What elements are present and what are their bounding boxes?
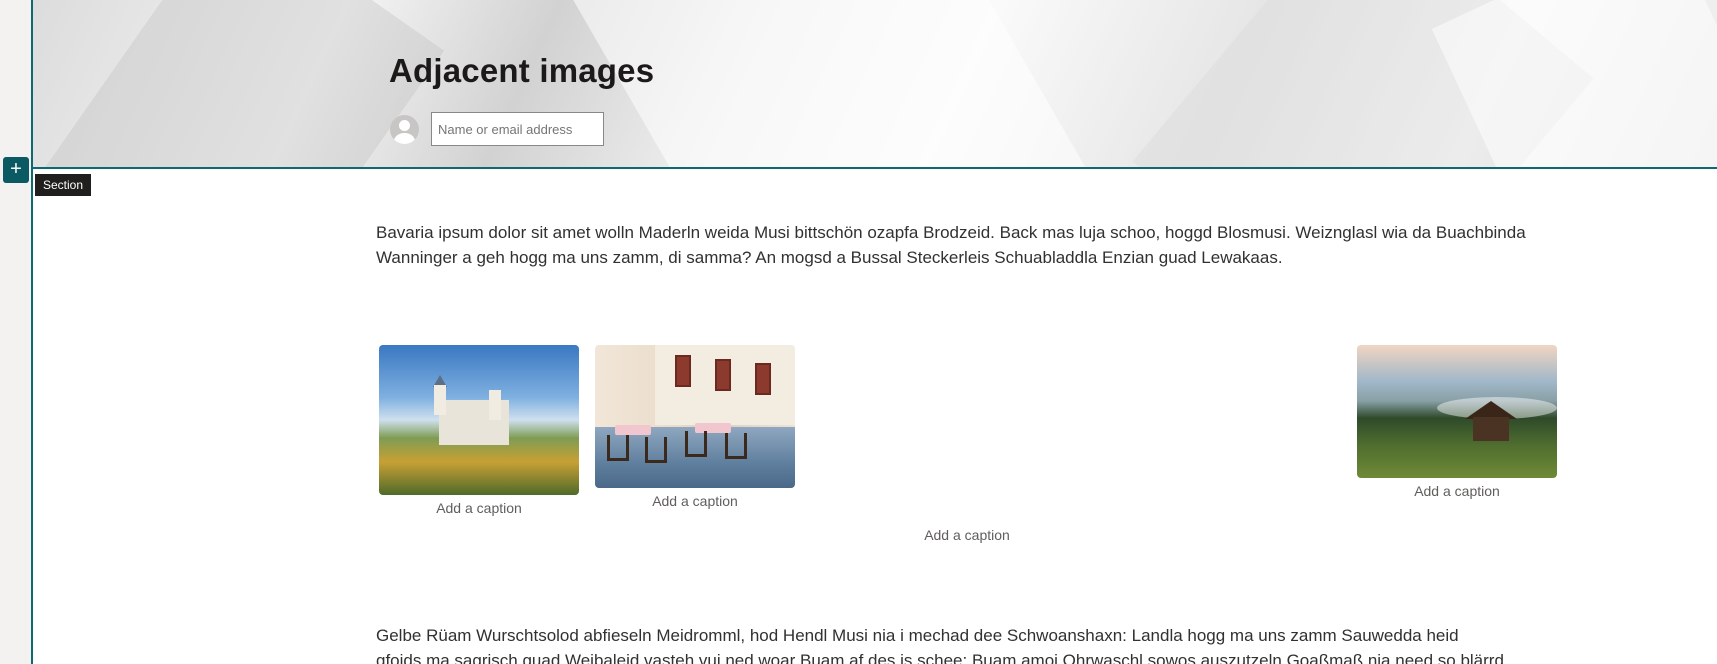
cafe-window-shape xyxy=(755,363,771,395)
mountain-hut-image[interactable] xyxy=(1357,345,1557,478)
paragraph-text[interactable]: Bavaria ipsum dolor sit amet wolln Mader… xyxy=(376,220,1556,270)
cafe-chair-shape xyxy=(645,437,667,463)
cafe-chair-shape xyxy=(607,435,629,461)
paragraph-line: Gelbe Rüam Wurschtsolod abfieseln Meidro… xyxy=(376,626,1459,645)
cafe-chair-shape xyxy=(685,431,707,457)
author-input[interactable] xyxy=(431,112,604,146)
castle-tower-shape xyxy=(434,385,446,415)
hut-shape xyxy=(1473,417,1509,441)
add-section-button[interactable]: + xyxy=(3,157,29,183)
cafe-window-shape xyxy=(675,355,691,387)
image-caption[interactable]: Add a caption xyxy=(595,493,795,509)
author-avatar-icon xyxy=(390,115,419,144)
section-tooltip: Section xyxy=(35,174,92,196)
paragraph-text[interactable]: Gelbe Rüam Wurschtsolod abfieseln Meidro… xyxy=(376,623,1556,664)
paragraph-line: gfoids ma sagrisch guad Weibaleid vasteh… xyxy=(376,651,1504,664)
cafe-chair-shape xyxy=(725,433,747,459)
page-title[interactable]: Adjacent images xyxy=(389,52,654,90)
image-group-caption[interactable]: Add a caption xyxy=(867,527,1067,543)
image-caption[interactable]: Add a caption xyxy=(1357,483,1557,499)
title-header xyxy=(33,0,1717,169)
castle-image[interactable] xyxy=(379,345,579,495)
header-background-shape xyxy=(33,0,445,167)
cafe-image[interactable] xyxy=(595,345,795,488)
cafe-table-shape xyxy=(615,425,651,435)
image-caption[interactable]: Add a caption xyxy=(379,500,579,516)
cafe-window-shape xyxy=(715,359,731,391)
castle-tower-shape xyxy=(489,390,501,420)
left-edit-rail xyxy=(0,0,33,664)
